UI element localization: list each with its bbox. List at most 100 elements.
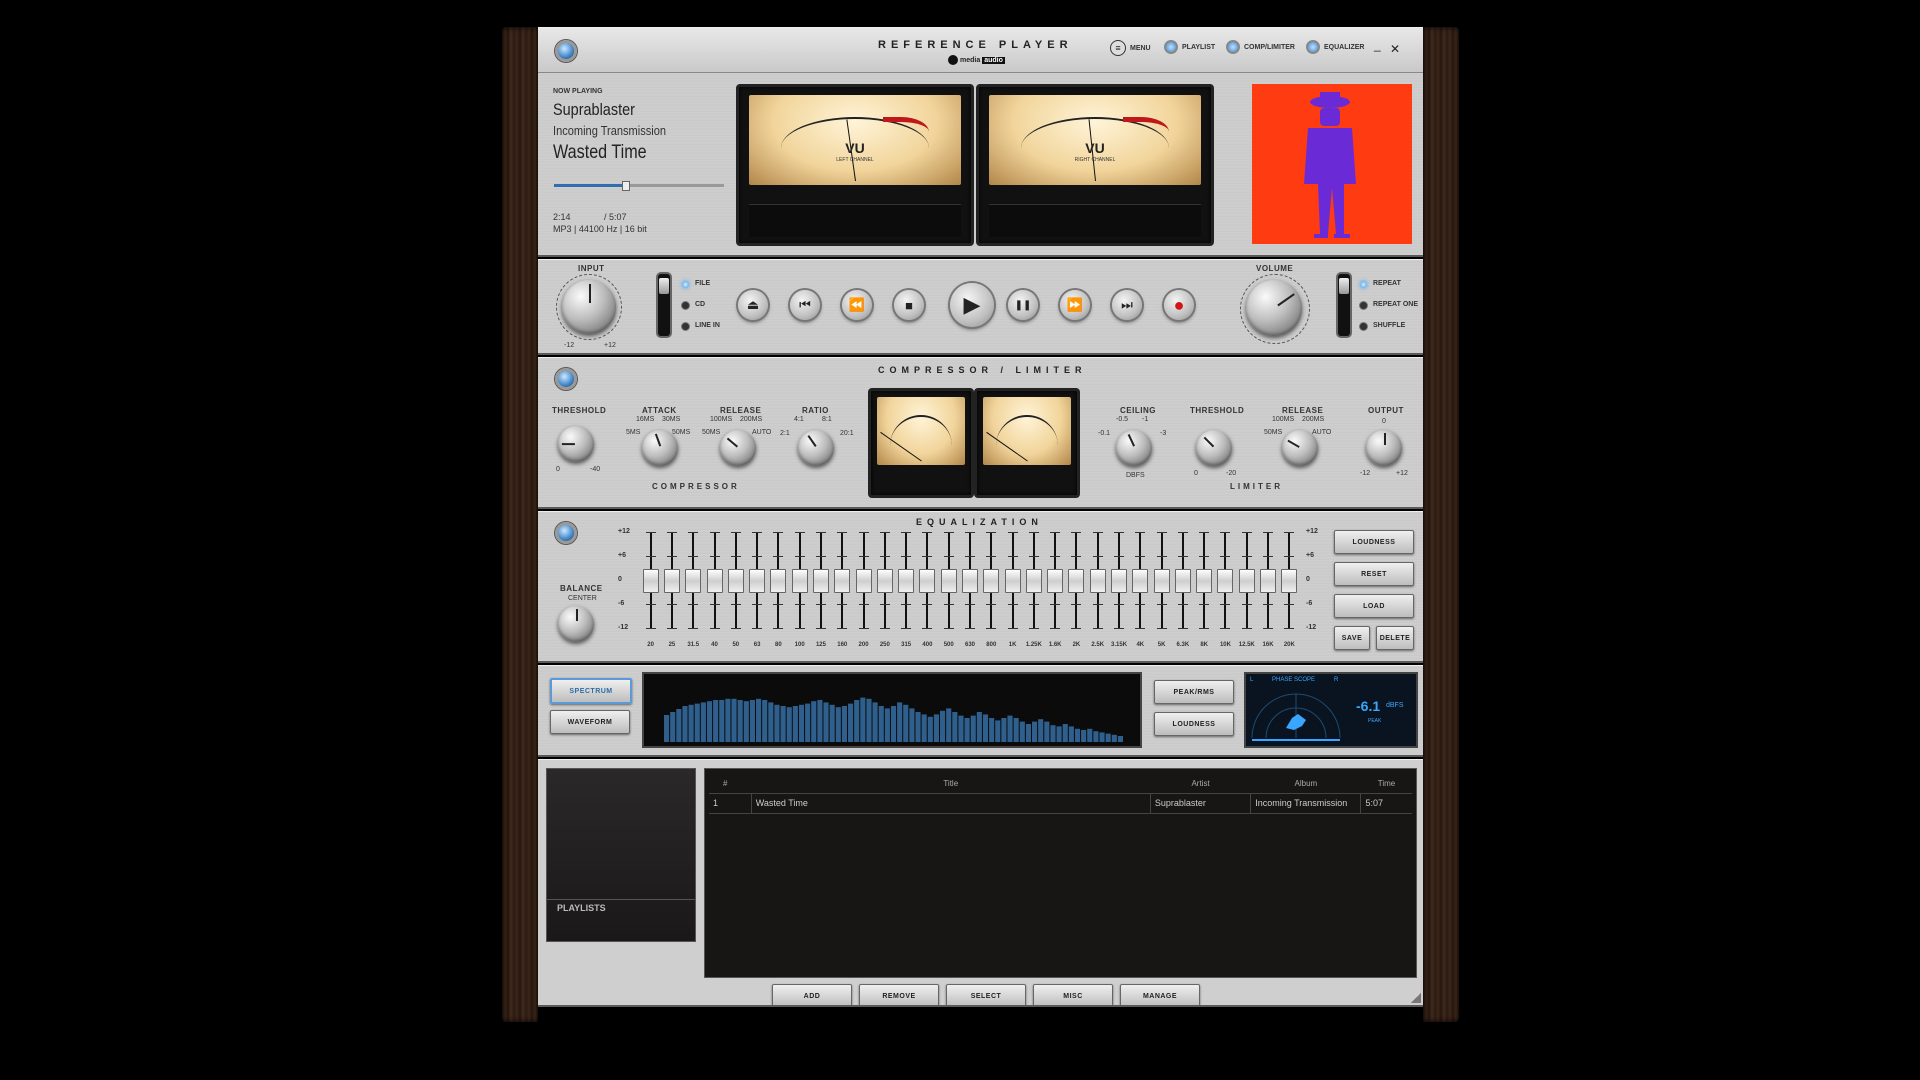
spectrum-bar xyxy=(756,698,762,742)
eq-slider-10k[interactable] xyxy=(1217,569,1234,593)
skip-forward-button[interactable]: ⏭ xyxy=(1112,290,1142,320)
loudness-button[interactable]: LOUDNESS xyxy=(1154,712,1234,736)
nav-equalizer[interactable]: EQUALIZER xyxy=(1306,40,1364,54)
eq-band-label: 25 xyxy=(668,642,676,648)
table-row[interactable]: 1 Wasted Time Suprablaster Incoming Tran… xyxy=(709,793,1412,813)
eq-slider-160[interactable] xyxy=(834,569,851,593)
eq-slider-25[interactable] xyxy=(663,569,680,593)
source-switch[interactable] xyxy=(658,274,670,336)
progress-thumb[interactable] xyxy=(622,181,631,191)
repeat-radio[interactable] xyxy=(1360,281,1367,288)
spectrum-button[interactable]: SPECTRUM xyxy=(550,678,632,704)
add-button[interactable]: ADD xyxy=(772,984,852,1005)
eq-slider-20[interactable] xyxy=(642,569,659,593)
eq-slider-16k[interactable] xyxy=(1260,569,1277,593)
repeat-one-radio[interactable] xyxy=(1360,302,1367,309)
eq-slider-200[interactable] xyxy=(855,569,872,593)
select-button[interactable]: SELECT xyxy=(946,984,1026,1005)
eq-slider-400[interactable] xyxy=(919,569,936,593)
shuffle-radio[interactable] xyxy=(1360,323,1367,330)
peak-rms-button[interactable]: PEAK/RMS xyxy=(1154,680,1234,704)
nav-complimiter[interactable]: COMP/LIMITER xyxy=(1226,40,1295,54)
comp-ratio-knob[interactable] xyxy=(798,430,834,466)
eq-slider-80[interactable] xyxy=(770,569,787,593)
eject-button[interactable]: ⏏ xyxy=(738,290,768,320)
eq-slider-6.3k[interactable] xyxy=(1174,569,1191,593)
nav-menu[interactable]: ≡ MENU xyxy=(1110,40,1151,56)
fast-forward-button[interactable]: ⏩ xyxy=(1060,290,1090,320)
stop-button[interactable]: ■ xyxy=(894,290,924,320)
volume-knob[interactable] xyxy=(1246,280,1302,336)
eq-slider-250[interactable] xyxy=(876,569,893,593)
eq-tick xyxy=(730,628,741,629)
col-title[interactable]: Title xyxy=(751,775,1150,793)
eq-slider-4k[interactable] xyxy=(1132,569,1149,593)
output-knob[interactable] xyxy=(1366,430,1402,466)
manage-button[interactable]: MANAGE xyxy=(1120,984,1200,1005)
balance-knob[interactable] xyxy=(558,606,594,642)
eq-slider-315[interactable] xyxy=(898,569,915,593)
eq-reset-button[interactable]: RESET xyxy=(1334,562,1414,586)
eq-loudness-button[interactable]: LOUDNESS xyxy=(1334,530,1414,554)
eq-slider-40[interactable] xyxy=(706,569,723,593)
comp-threshold-knob[interactable] xyxy=(558,426,594,462)
resize-grip-icon[interactable] xyxy=(1411,993,1421,1003)
eq-slider-1.25k[interactable] xyxy=(1025,569,1042,593)
eq-slider-800[interactable] xyxy=(983,569,1000,593)
eq-power-led-icon[interactable] xyxy=(555,522,577,544)
eq-tick xyxy=(645,604,656,605)
record-button[interactable]: ● xyxy=(1164,290,1194,320)
source-cd-label: CD xyxy=(695,301,706,308)
eq-tick xyxy=(1007,556,1018,557)
close-button[interactable]: ✕ xyxy=(1390,42,1400,56)
play-button[interactable]: ▶ xyxy=(950,283,994,327)
eq-slider-50[interactable] xyxy=(727,569,744,593)
source-cd-radio[interactable] xyxy=(682,302,689,309)
eq-slider-31.5[interactable] xyxy=(685,569,702,593)
eq-slider-100[interactable] xyxy=(791,569,808,593)
lim-threshold-knob[interactable] xyxy=(1196,430,1232,466)
eq-slider-1k[interactable] xyxy=(1004,569,1021,593)
col-album[interactable]: Album xyxy=(1251,775,1361,793)
col-number[interactable]: # xyxy=(709,775,751,793)
eq-slider-20k[interactable] xyxy=(1281,569,1298,593)
col-artist[interactable]: Artist xyxy=(1150,775,1250,793)
minimize-button[interactable]: _ xyxy=(1374,38,1381,52)
eq-slider-125[interactable] xyxy=(812,569,829,593)
progress-track[interactable] xyxy=(554,181,724,191)
ceiling-knob[interactable] xyxy=(1116,430,1152,466)
track-list[interactable]: # Title Artist Album Time 1 Wasted Time … xyxy=(704,768,1417,978)
eq-slider-1.6k[interactable] xyxy=(1047,569,1064,593)
eq-slider-8k[interactable] xyxy=(1196,569,1213,593)
input-knob[interactable] xyxy=(562,280,616,334)
skip-back-button[interactable]: ⏮ xyxy=(790,290,820,320)
nav-playlist[interactable]: PLAYLIST xyxy=(1164,40,1215,54)
source-linein-radio[interactable] xyxy=(682,323,689,330)
eq-slider-63[interactable] xyxy=(749,569,766,593)
eq-slider-2.5k[interactable] xyxy=(1089,569,1106,593)
comp-attack-knob[interactable] xyxy=(642,430,678,466)
mode-switch[interactable] xyxy=(1338,274,1350,336)
eq-load-button[interactable]: LOAD xyxy=(1334,594,1414,618)
eq-save-button[interactable]: SAVE xyxy=(1334,626,1370,650)
eq-slider-3.15k[interactable] xyxy=(1111,569,1128,593)
misc-button[interactable]: MISC xyxy=(1033,984,1113,1005)
eq-slider-12.5k[interactable] xyxy=(1238,569,1255,593)
compressor-power-led-icon[interactable] xyxy=(555,368,577,390)
waveform-button[interactable]: WAVEFORM xyxy=(550,710,630,734)
eq-tick xyxy=(1092,556,1103,557)
eq-delete-button[interactable]: DELETE xyxy=(1376,626,1414,650)
eq-slider-2k[interactable] xyxy=(1068,569,1085,593)
power-led-icon[interactable] xyxy=(555,40,577,62)
col-time[interactable]: Time xyxy=(1361,775,1412,793)
remove-button[interactable]: REMOVE xyxy=(859,984,939,1005)
eq-slider-630[interactable] xyxy=(962,569,978,593)
playlists-sidebar[interactable]: PLAYLISTS xyxy=(546,768,696,942)
pause-button[interactable]: ❚❚ xyxy=(1008,290,1038,320)
comp-release-knob[interactable] xyxy=(720,430,756,466)
eq-slider-5k[interactable] xyxy=(1153,569,1170,593)
lim-release-knob[interactable] xyxy=(1282,430,1318,466)
eq-slider-500[interactable] xyxy=(940,569,957,593)
rewind-button[interactable]: ⏪ xyxy=(842,290,872,320)
source-file-radio[interactable] xyxy=(682,281,689,288)
